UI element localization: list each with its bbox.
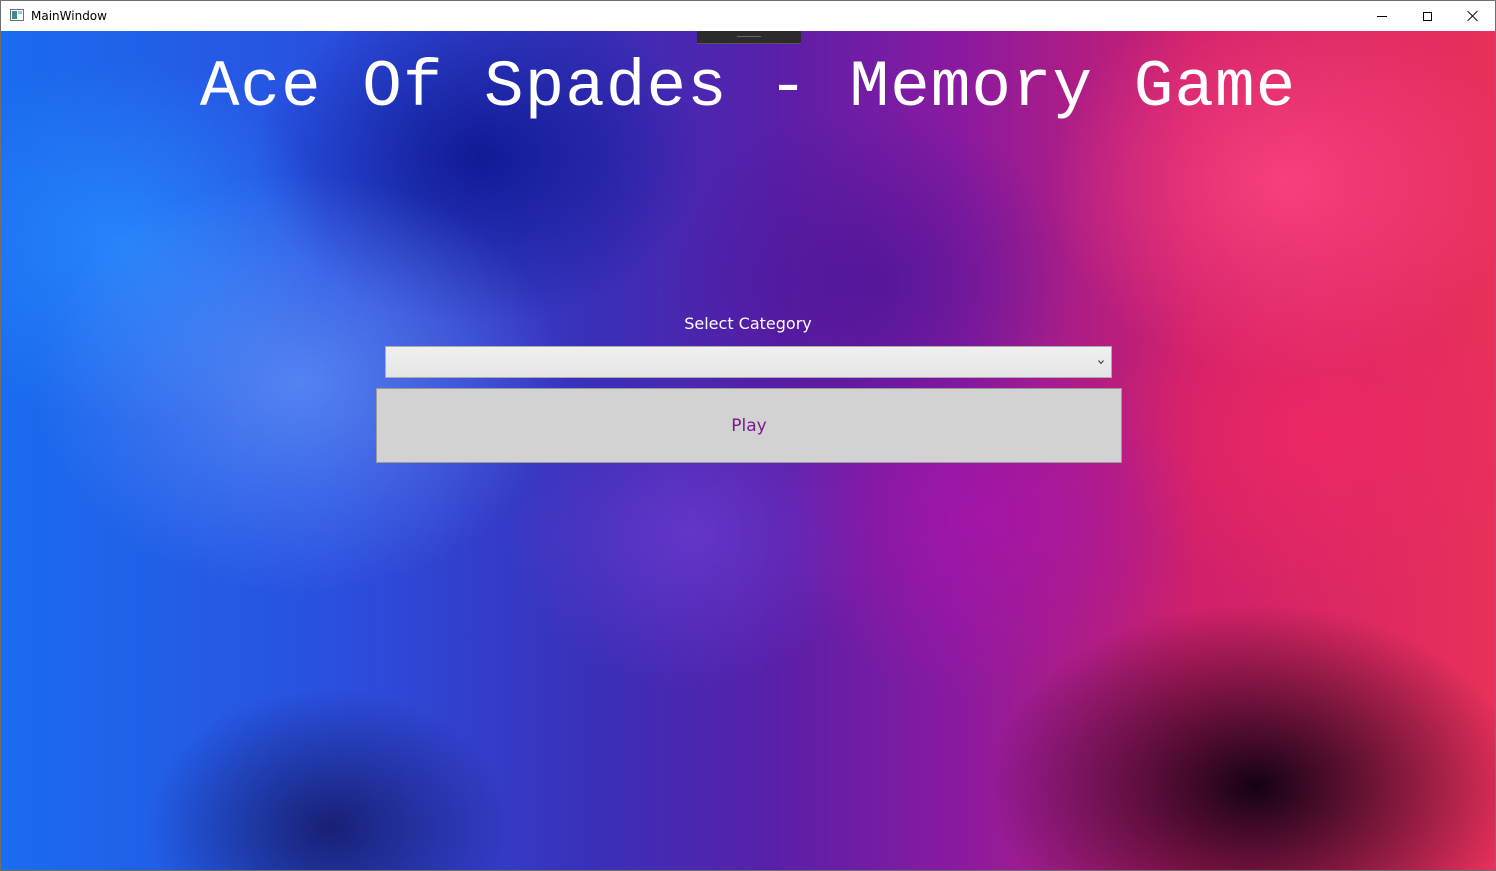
maximize-icon <box>1422 11 1432 21</box>
title-bar[interactable]: MainWindow <box>1 1 1495 31</box>
maximize-button[interactable] <box>1404 1 1450 31</box>
minimize-icon <box>1377 15 1387 17</box>
category-label: Select Category <box>684 314 812 333</box>
game-title: Ace Of Spades - Memory Game <box>199 50 1297 125</box>
close-icon <box>1467 10 1479 22</box>
chevron-down-icon <box>1098 360 1104 365</box>
play-button[interactable]: Play <box>376 388 1122 463</box>
app-window-icon <box>10 9 24 21</box>
minimize-button[interactable] <box>1359 1 1405 31</box>
category-dropdown[interactable] <box>385 346 1112 378</box>
window-title: MainWindow <box>31 9 107 23</box>
app-window: MainWindow Ace Of Spades - Memory Game S… <box>0 0 1496 871</box>
debug-toolbar-handle[interactable] <box>697 31 801 44</box>
close-button[interactable] <box>1450 1 1495 31</box>
main-content-background: Ace Of Spades - Memory Game Select Categ… <box>1 31 1495 870</box>
